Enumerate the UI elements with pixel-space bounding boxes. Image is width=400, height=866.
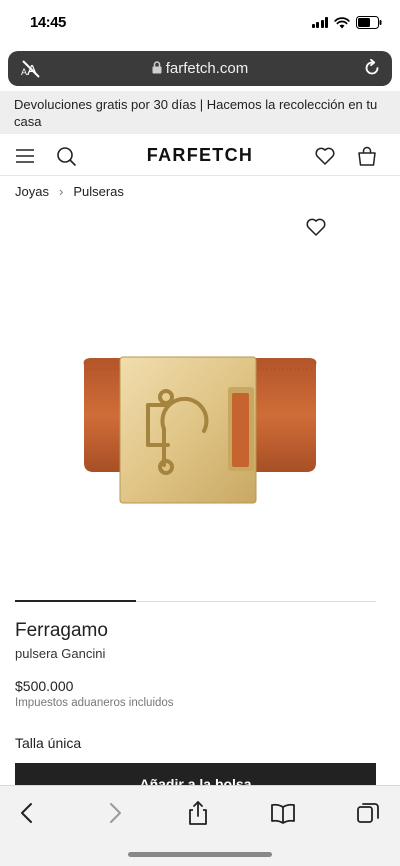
size-label: Talla única xyxy=(15,735,82,751)
breadcrumb-bracelets[interactable]: Pulseras xyxy=(73,184,124,199)
site-header: FARFETCH xyxy=(0,134,400,176)
product-image[interactable] xyxy=(78,345,322,505)
bag-icon[interactable] xyxy=(356,145,378,167)
promo-text: Devoluciones gratis por 30 días | Hacemo… xyxy=(14,97,378,129)
chevron-right-icon: › xyxy=(58,184,64,199)
tax-note: Impuestos aduaneros incluidos xyxy=(15,697,174,709)
breadcrumb-jewelry[interactable]: Joyas xyxy=(15,184,49,199)
status-bar: 14:45 xyxy=(0,0,400,46)
gallery-indicator[interactable] xyxy=(15,600,136,602)
cellular-signal-icon xyxy=(311,17,328,28)
product-brand[interactable]: Ferragamo xyxy=(15,620,108,642)
tabs-icon[interactable] xyxy=(355,800,381,826)
promo-banner[interactable]: Devoluciones gratis por 30 días | Hacemo… xyxy=(0,91,400,134)
product-name: pulsera Gancini xyxy=(15,646,106,661)
farfetch-logo[interactable]: FARFETCH xyxy=(0,145,400,166)
lock-icon xyxy=(152,61,162,74)
home-indicator xyxy=(128,852,272,857)
wifi-icon xyxy=(334,16,350,28)
url-domain: farfetch.com xyxy=(165,60,249,77)
add-to-bag-button[interactable]: Añadir a la bolsa xyxy=(15,763,376,787)
reload-icon[interactable] xyxy=(362,58,382,78)
forward-icon[interactable] xyxy=(101,800,127,826)
url-bar[interactable]: A A farfetch.com xyxy=(8,51,392,86)
battery-icon xyxy=(356,16,382,29)
url-address[interactable]: farfetch.com xyxy=(8,60,392,77)
back-icon[interactable] xyxy=(15,800,41,826)
bookmarks-icon[interactable] xyxy=(270,800,296,826)
product-price: $500.000 xyxy=(15,678,74,694)
breadcrumb: Joyas › Pulseras xyxy=(15,184,124,199)
status-icons xyxy=(311,16,383,29)
share-icon[interactable] xyxy=(185,800,211,826)
heart-icon[interactable] xyxy=(314,145,336,167)
wishlist-heart-icon[interactable] xyxy=(305,216,327,238)
browser-toolbar xyxy=(0,785,400,866)
status-time: 14:45 xyxy=(30,14,66,31)
